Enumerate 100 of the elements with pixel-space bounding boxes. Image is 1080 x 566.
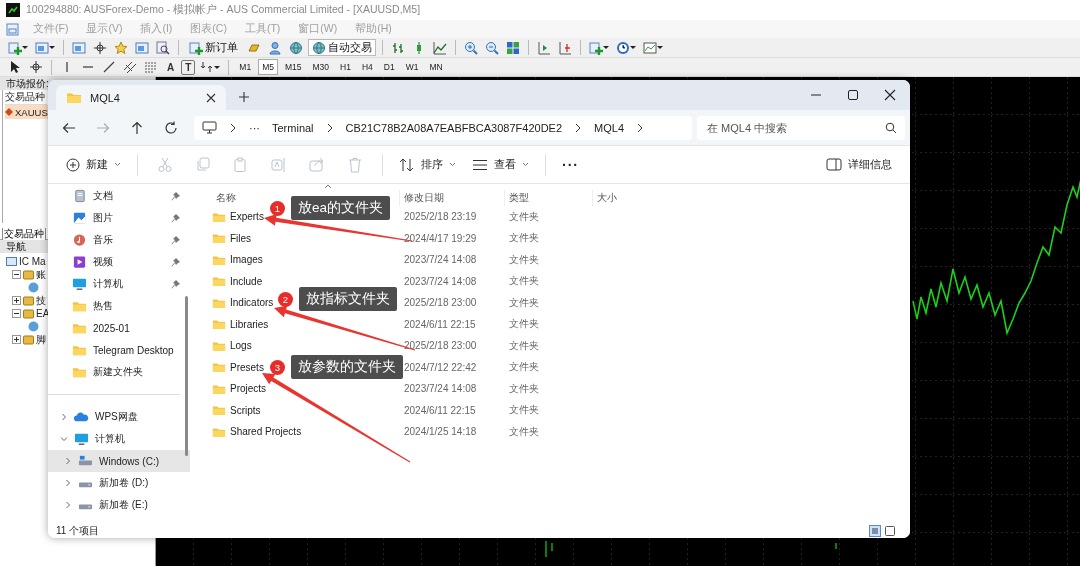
clock-menu-button[interactable] [614, 39, 638, 56]
timeframe-button[interactable]: H1 [336, 59, 355, 75]
details-view-icon[interactable] [869, 524, 881, 537]
scrollbar-thumb[interactable] [185, 296, 188, 456]
file-name[interactable]: Shared Projects [230, 426, 302, 438]
file-name[interactable]: Experts [230, 211, 264, 223]
terminal-icon [6, 256, 17, 267]
pin-icon[interactable] [171, 191, 180, 201]
details-button[interactable]: 详细信息 [820, 150, 898, 179]
file-name[interactable]: Images [230, 254, 263, 266]
text-tool-button[interactable]: T [181, 59, 196, 75]
auto-trading-button[interactable]: 自动交易 [308, 39, 376, 56]
explorer-tab[interactable]: MQL4 [56, 85, 226, 110]
back-arrow-icon[interactable] [62, 120, 76, 135]
breadcrumb-item[interactable]: MQL4 [594, 121, 624, 134]
pin-icon[interactable] [171, 279, 180, 289]
timeframe-button[interactable]: M5 [258, 59, 278, 75]
type-cell-text: 文件夹 [508, 424, 540, 439]
add-tab-icon[interactable] [238, 91, 250, 103]
tiles-view-icon[interactable] [884, 524, 896, 537]
address-bar[interactable]: ··· Terminal CB21C78B2A08A7EABFBCA3087F420DE2 MQL4 [194, 115, 692, 140]
file-name[interactable]: Projects [230, 383, 267, 395]
sidebar-item[interactable]: 图片 [48, 207, 190, 229]
column-header[interactable]: 修改日期 [404, 192, 444, 203]
chevron-right-icon [325, 122, 334, 133]
timeframe-button[interactable]: M30 [308, 59, 334, 75]
tree-item[interactable]: 技 [36, 293, 46, 308]
column-header[interactable]: 大小 [597, 192, 617, 203]
expand-icon[interactable] [12, 335, 21, 344]
sidebar-item[interactable]: 视频 [48, 251, 190, 273]
file-name[interactable]: Presets [230, 361, 264, 373]
close-icon[interactable] [206, 92, 216, 103]
folder-icon [23, 308, 34, 319]
chart-window-icon[interactable] [6, 22, 19, 36]
timeframe-button[interactable]: H4 [357, 59, 377, 75]
chevron-right-icon[interactable] [64, 501, 72, 509]
chevron-down-icon[interactable] [60, 435, 68, 443]
chevron-right-icon[interactable] [60, 413, 68, 421]
symbol-row[interactable]: XAUUS [5, 105, 49, 119]
sidebar-item[interactable]: 计算机 [48, 428, 190, 450]
more-button[interactable]: ··· [556, 150, 585, 179]
sidebar-item[interactable]: Windows (C:) [48, 450, 190, 472]
file-name[interactable]: Logs [230, 340, 252, 352]
tree-item[interactable]: IC Ma [19, 256, 46, 267]
file-name[interactable]: Libraries [230, 318, 269, 330]
collapse-icon[interactable] [12, 309, 21, 318]
refresh-icon[interactable] [164, 120, 178, 135]
chevron-right-icon [574, 122, 583, 133]
file-name[interactable]: Include [230, 275, 263, 287]
timeframe-button[interactable]: W1 [401, 59, 423, 75]
type-cell-text: 文件夹 [508, 338, 540, 353]
tiles-icon[interactable] [504, 39, 522, 56]
file-name[interactable]: Files [230, 232, 252, 244]
column-header[interactable]: 名称 [216, 192, 236, 203]
diamond-icon [5, 108, 13, 116]
pin-icon[interactable] [171, 257, 180, 267]
expand-icon[interactable] [12, 296, 21, 305]
breadcrumb-item[interactable]: CB21C78B2A08A7EABFBCA3087F420DE2 [345, 121, 563, 134]
type-cell-text: 文件夹 [508, 381, 540, 396]
sidebar-item[interactable]: 计算机 [48, 273, 190, 295]
sidebar-item[interactable]: 新加卷 (D:) [48, 472, 190, 494]
sidebar-item[interactable]: 热售 [48, 295, 190, 317]
chevron-right-icon[interactable] [64, 457, 72, 465]
new-button[interactable]: 新建 [60, 150, 127, 179]
tree-item[interactable]: 脚 [36, 332, 46, 347]
timeframe-button[interactable]: MN [425, 59, 447, 75]
new-order-button[interactable]: 新订单 [185, 39, 242, 56]
file-name[interactable]: Indicators [230, 297, 274, 309]
sidebar-item[interactable]: 新建文件夹 [48, 361, 190, 383]
annotation-label: 放参数的文件夹 [291, 355, 403, 379]
sidebar-item[interactable]: WPS网盘 [48, 406, 190, 428]
chevron-right-icon[interactable] [64, 479, 72, 487]
date-cell-text: 2024/4/17 19:29 [403, 232, 478, 244]
search-field[interactable]: 在 MQL4 中搜索 [697, 115, 905, 140]
sidebar-item[interactable]: Telegram Desktop [48, 339, 190, 361]
sidebar-item[interactable]: 2025-01 [48, 317, 190, 339]
pin-icon[interactable] [171, 235, 180, 245]
timeframe-button[interactable]: M15 [280, 59, 306, 75]
file-name[interactable]: Scripts [230, 404, 261, 416]
sort-button[interactable]: 排序 [393, 150, 462, 179]
column-header[interactable]: 类型 [509, 192, 529, 203]
timeframe-button[interactable]: D1 [379, 59, 399, 75]
breadcrumb-item[interactable]: Terminal [272, 121, 314, 134]
caret-icon [522, 162, 529, 167]
maximize-icon[interactable] [847, 89, 859, 101]
step-number: 3 [270, 359, 285, 375]
breadcrumb-overflow[interactable]: ··· [249, 121, 260, 134]
up-arrow-icon[interactable] [130, 120, 144, 135]
tree-item[interactable]: 账 [36, 267, 46, 282]
sidebar-item[interactable]: 新加卷 (E:) [48, 494, 190, 516]
collapse-icon[interactable] [12, 270, 21, 279]
video-icon [72, 255, 87, 269]
date-cell-text: 2024/6/11 22:15 [403, 404, 477, 416]
sidebar-item[interactable]: 文档 [48, 185, 190, 207]
view-button[interactable]: 查看 [466, 150, 535, 179]
pin-icon[interactable] [171, 213, 180, 223]
timeframe-button[interactable]: M1 [235, 59, 256, 75]
window-title: 100294880: AUSForex-Demo - 模拟帐户 - AUS Commercial Limited - [XAUUSD,M5] [26, 3, 421, 17]
text-tool-button[interactable]: A [163, 59, 179, 75]
close-icon[interactable] [884, 89, 896, 101]
